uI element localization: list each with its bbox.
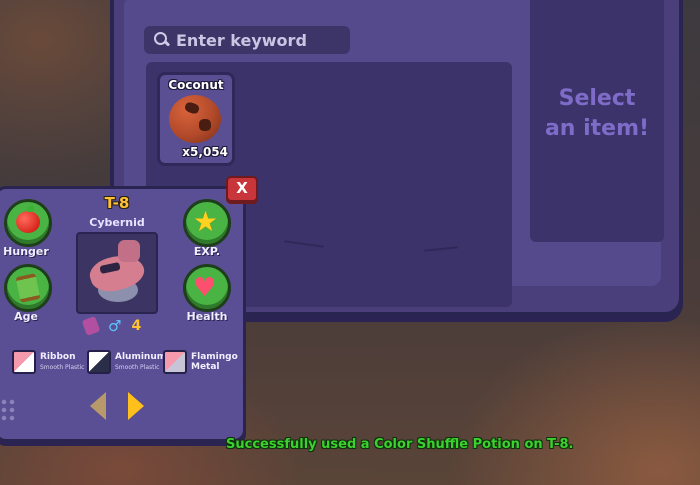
hunger-label: Hunger [3, 245, 49, 258]
search-icon [152, 30, 172, 50]
select-item-prompt: Select an item! [544, 86, 650, 141]
exp-label: EXP. [193, 245, 221, 258]
male-icon: ♂ [108, 317, 122, 335]
color-name: Flamingo [191, 352, 238, 362]
apple-icon [16, 206, 40, 233]
previous-arrow-icon[interactable] [90, 392, 106, 420]
pet-traits: ♂ 4 [81, 316, 142, 336]
coconut-icon [169, 95, 221, 143]
color-material: Smooth Plastic [40, 363, 85, 371]
close-button[interactable]: X [226, 176, 258, 202]
color-slot-1[interactable]: Ribbon Smooth Plastic [12, 350, 84, 374]
pet-portrait [76, 232, 158, 314]
color-swatch [87, 350, 111, 374]
item-count: x5,054 [182, 145, 228, 159]
age-stat[interactable] [4, 264, 52, 312]
color-name: Aluminum [115, 351, 167, 362]
menu-grid-icon[interactable] [0, 398, 16, 422]
item-detail-panel: Select an item! [530, 0, 664, 242]
color-name: Ribbon [40, 351, 76, 362]
color-material: Smooth Plastic [115, 363, 160, 371]
color-swatch [163, 350, 187, 374]
item-name: Coconut [168, 78, 224, 92]
pet-species: Cybernid [89, 216, 145, 229]
pet-name: T-8 [104, 194, 130, 212]
next-arrow-icon[interactable] [128, 392, 144, 420]
status-message: Successfully used a Color Shuffle Potion… [226, 437, 574, 452]
color-slot-2[interactable]: Aluminum Smooth Plastic [87, 350, 166, 374]
color-slot-3[interactable]: Flamingo Metal [163, 350, 238, 374]
pet-level: 4 [131, 318, 142, 334]
heart-icon: ♥ [193, 273, 217, 303]
color-material: Metal [191, 362, 220, 372]
hourglass-icon [15, 273, 41, 303]
health-label: Health [186, 310, 228, 323]
hunger-stat[interactable] [4, 199, 52, 247]
item-slot-coconut[interactable]: Coconut x5,054 [157, 72, 235, 166]
health-stat[interactable]: ♥ [183, 264, 231, 312]
trait-icon [81, 316, 101, 336]
age-label: Age [14, 310, 38, 323]
star-icon: ★ [193, 205, 219, 238]
search-input[interactable] [172, 29, 348, 51]
search-bar[interactable] [144, 26, 350, 54]
exp-stat[interactable]: ★ [183, 199, 231, 247]
color-swatch [12, 350, 36, 374]
